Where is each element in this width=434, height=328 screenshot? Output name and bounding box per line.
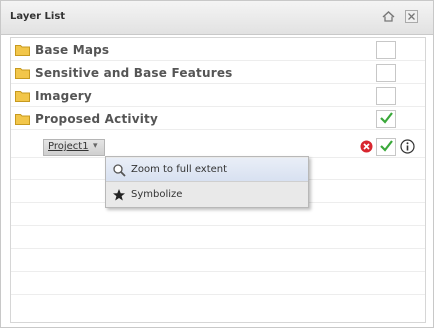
close-icon[interactable] bbox=[405, 10, 418, 23]
check-icon bbox=[380, 140, 393, 152]
panel-header: Layer List bbox=[1, 1, 433, 35]
sublayer-button-project1[interactable]: Project1 ▾ bbox=[43, 139, 105, 156]
layer-label: Imagery bbox=[35, 89, 92, 103]
layer-label: Proposed Activity bbox=[35, 112, 158, 126]
panel-title: Layer List bbox=[10, 11, 66, 22]
layer-checkbox-imagery[interactable] bbox=[376, 87, 396, 105]
row-divider bbox=[11, 225, 425, 226]
layer-label: Base Maps bbox=[35, 43, 110, 57]
row-divider bbox=[11, 83, 425, 84]
row-divider bbox=[11, 106, 425, 107]
row-divider bbox=[11, 294, 425, 295]
layer-list-panel: Layer List Base Maps Sensitive and Base … bbox=[0, 0, 434, 328]
home-icon[interactable] bbox=[382, 10, 395, 23]
dropdown-arrow-icon[interactable]: ▾ bbox=[93, 141, 98, 151]
row-divider bbox=[11, 60, 425, 61]
sublayer-context-menu: Zoom to full extent Symbolize bbox=[105, 156, 309, 208]
menu-item-label: Symbolize bbox=[131, 189, 183, 200]
row-divider bbox=[11, 248, 425, 249]
folder-icon bbox=[15, 68, 30, 79]
layer-list-content: Base Maps Sensitive and Base Features Im… bbox=[10, 37, 426, 323]
sublayer-checkbox-project1[interactable] bbox=[376, 138, 396, 156]
menu-item-label: Zoom to full extent bbox=[131, 164, 228, 175]
layer-checkbox-base-maps[interactable] bbox=[376, 41, 396, 59]
star-icon bbox=[113, 189, 125, 201]
menu-item-zoom-to-full-extent[interactable]: Zoom to full extent bbox=[106, 158, 308, 182]
row-divider bbox=[11, 129, 425, 130]
remove-icon[interactable] bbox=[360, 140, 373, 153]
zoom-icon bbox=[113, 164, 126, 177]
folder-icon bbox=[15, 114, 30, 125]
folder-icon bbox=[15, 91, 30, 102]
layer-checkbox-sensitive-and-base-features[interactable] bbox=[376, 64, 396, 82]
folder-icon bbox=[15, 45, 30, 56]
layer-checkbox-proposed-activity[interactable] bbox=[376, 110, 396, 128]
menu-item-symbolize[interactable]: Symbolize bbox=[106, 183, 308, 207]
sublayer-label: Project1 bbox=[48, 141, 89, 152]
check-icon bbox=[380, 112, 393, 124]
layer-label: Sensitive and Base Features bbox=[35, 66, 233, 80]
row-divider bbox=[11, 271, 425, 272]
info-icon[interactable] bbox=[400, 139, 415, 154]
